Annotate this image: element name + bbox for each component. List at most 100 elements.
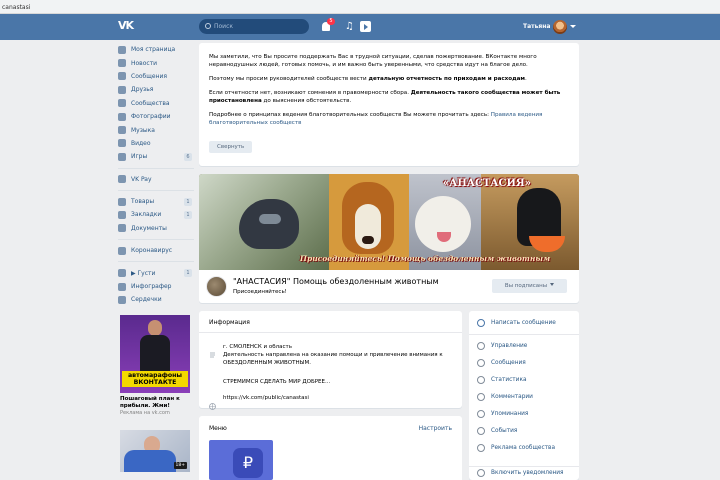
nav-item-games[interactable]: Игры 6	[118, 150, 194, 163]
ad-person-image	[138, 320, 172, 375]
group-header: "АНАСТАСИЯ" Помощь обездоленным животным…	[199, 270, 579, 303]
info-link[interactable]: https://vk.com/public/canastasi	[223, 394, 451, 402]
location-icon	[209, 344, 216, 358]
ad-subtitle: Реклама на vk.com	[120, 410, 170, 416]
notifications-button[interactable]: 5	[321, 18, 335, 33]
ruble-icon: ₽	[233, 448, 263, 478]
nav-item-messages[interactable]: Сообщения	[118, 70, 194, 83]
search-box[interactable]	[199, 19, 309, 34]
nav-item-news[interactable]: Новости	[118, 56, 194, 69]
games-icon	[118, 152, 126, 161]
nav-item-bookmarks[interactable]: Закладки 1	[118, 208, 194, 221]
info-description-1: Деятельность направлена на оказание помо…	[223, 352, 443, 358]
play-icon[interactable]	[360, 21, 371, 32]
side-item-messages[interactable]: Сообщения	[469, 356, 579, 370]
nav-item-documents[interactable]: Документы	[118, 222, 194, 235]
home-icon	[118, 45, 126, 54]
nav-item-gusti[interactable]: ▶ Густи 1	[118, 266, 194, 279]
nav-item-communities[interactable]: Сообщества	[118, 97, 194, 110]
side-item-events[interactable]: События	[469, 424, 579, 438]
nav-divider	[118, 239, 194, 241]
news-icon	[118, 59, 126, 68]
nav-item-goods[interactable]: Товары 1	[118, 195, 194, 208]
bookmarks-count-badge: 1	[184, 211, 192, 220]
nav-item-hearts[interactable]: Сердечки	[118, 293, 194, 306]
stats-icon	[477, 376, 485, 384]
ad-caption: автомарафоны ВКОНТАКТЕ	[122, 371, 188, 387]
cover-slogan: Присоединяйтесь! Помощь обездоленным жив…	[299, 254, 551, 263]
group-name: "АНАСТАСИЯ" Помощь обездоленным животным	[233, 277, 439, 286]
menu-edit-link[interactable]: Настроить	[419, 425, 452, 432]
side-item-comments[interactable]: Комментарии	[469, 390, 579, 404]
side-item-mentions[interactable]: Упоминания	[469, 407, 579, 421]
charity-notice: Мы заметили, что Вы просите поддержать В…	[199, 43, 579, 166]
subscribed-button[interactable]: Вы подписаны	[492, 279, 567, 293]
menu-header: Меню	[209, 425, 227, 432]
comments-icon	[477, 393, 485, 401]
side-item-stats[interactable]: Статистика	[469, 373, 579, 387]
vkpay-icon	[118, 175, 126, 184]
enable-notifications-button[interactable]: Включить уведомления	[469, 466, 579, 480]
group-avatar[interactable]	[206, 276, 227, 297]
url-text: canastasi	[2, 4, 31, 11]
vk-logo-icon[interactable]: VK	[118, 19, 138, 33]
music-icon	[118, 126, 126, 135]
nav-item-coronavirus[interactable]: Коронавирус	[118, 244, 194, 257]
info-header: Информация	[199, 311, 462, 333]
group-status: Присоединяйтесь!	[233, 289, 287, 295]
notice-paragraph-4: Подробнее о принципах ведения благотвори…	[209, 112, 543, 126]
ad-block-2[interactable]: 18+	[120, 430, 190, 472]
panel-divider	[469, 334, 579, 335]
message-icon	[477, 319, 485, 327]
left-navigation: Моя страница Новости Сообщения Друзья Со…	[118, 43, 194, 307]
side-item-manage[interactable]: Управление	[469, 339, 579, 353]
user-avatar[interactable]	[553, 20, 567, 34]
settings-icon	[477, 342, 485, 350]
collapse-button[interactable]: Свернуть	[209, 141, 253, 153]
ad-block[interactable]: автомарафоны ВКОНТАКТЕ Пошаговый план к …	[120, 315, 190, 417]
search-input[interactable]	[214, 21, 302, 32]
group-actions-panel: Написать сообщение Управление Сообщения …	[469, 311, 579, 480]
nav-item-video[interactable]: Видео	[118, 137, 194, 150]
cat-photo	[239, 199, 299, 249]
write-message-button[interactable]: Написать сообщение	[469, 316, 579, 330]
bell-icon	[477, 469, 485, 477]
menu-tile-donate[interactable]: ₽	[209, 440, 273, 480]
games-count-badge: 6	[184, 153, 192, 162]
search-icon	[205, 23, 211, 29]
documents-icon	[118, 224, 126, 233]
nav-divider	[118, 167, 194, 169]
bookmarks-icon	[118, 210, 126, 219]
notice-paragraph-2: Поэтому мы просим руководителей сообщест…	[209, 76, 527, 82]
nav-item-vkpay[interactable]: VK Pay	[118, 173, 194, 186]
nav-item-my-page[interactable]: Моя страница	[118, 43, 194, 56]
browser-url-bar[interactable]: canastasi	[0, 0, 720, 14]
side-item-ads[interactable]: Реклама сообщества	[469, 441, 579, 455]
ad-image[interactable]: автомарафоны ВКОНТАКТЕ	[120, 315, 190, 393]
music-player-icon[interactable]: ♫	[345, 21, 357, 33]
events-icon	[477, 427, 485, 435]
notifications-badge: 5	[327, 18, 335, 25]
info-block: Информация г. СМОЛЕНСК и область Деятель…	[199, 311, 462, 410]
chevron-down-icon	[550, 283, 555, 286]
corona-icon	[118, 246, 126, 255]
ad-title[interactable]: Пошаговый план к прибыли. Жми!	[120, 396, 190, 410]
globe-icon	[209, 395, 216, 410]
info-city: г. СМОЛЕНСК и область	[223, 344, 292, 350]
apps-icon	[118, 269, 126, 278]
menu-block: Меню Настроить ₽	[199, 416, 462, 480]
chat-icon	[477, 359, 485, 367]
hearts-icon	[118, 295, 126, 304]
nav-item-friends[interactable]: Друзья	[118, 83, 194, 96]
age-tag: 18+	[173, 462, 187, 469]
goods-count-badge: 1	[184, 197, 192, 206]
chevron-down-icon[interactable]	[570, 25, 576, 28]
infographer-icon	[118, 282, 126, 291]
gusti-count-badge: 1	[184, 269, 192, 278]
group-cover-image[interactable]: «АНАСТАСИЯ» Присоединяйтесь! Помощь обез…	[199, 174, 579, 270]
user-name[interactable]: Татьяна	[523, 23, 550, 30]
nav-item-photos[interactable]: Фотографии	[118, 110, 194, 123]
nav-item-music[interactable]: Музыка	[118, 123, 194, 136]
nav-item-infographer[interactable]: Инфографер	[118, 280, 194, 293]
ads-icon	[477, 444, 485, 452]
